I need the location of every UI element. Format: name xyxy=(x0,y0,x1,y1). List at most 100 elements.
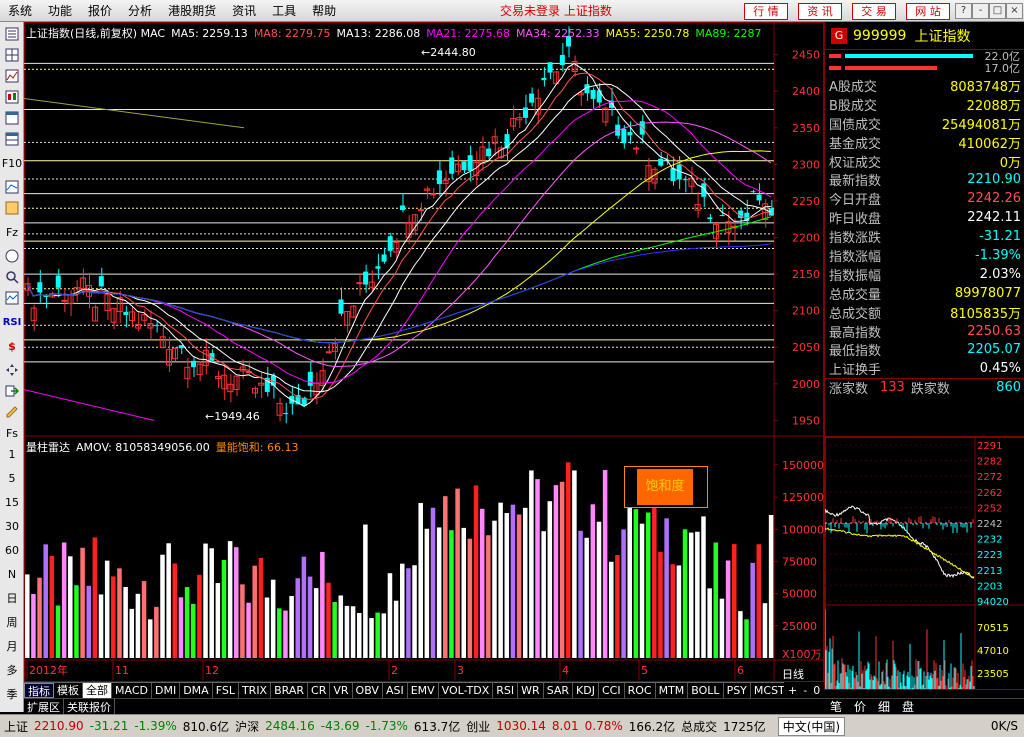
indicator-tab[interactable]: 全部 xyxy=(83,683,112,698)
period-n[interactable]: N xyxy=(0,562,24,586)
period-60[interactable]: 60 xyxy=(0,538,24,562)
intraday-mini-chart[interactable]: 2291 2282 2272 2262 2252 2242 2232 2223 2213 2203… xyxy=(824,437,1024,690)
menu-quote[interactable]: 报价 xyxy=(80,0,120,22)
main-chart-area[interactable]: 2450 2400 2350 2300 2250 2200 2150 2100 2050 2000… xyxy=(24,22,824,682)
period-5[interactable]: 5 xyxy=(0,466,24,490)
grid-icon[interactable] xyxy=(3,46,21,64)
tab-board[interactable]: 盘 xyxy=(896,698,920,715)
saturation-button[interactable]: 饱和度 xyxy=(624,466,708,508)
tab-detail[interactable]: 细 xyxy=(872,698,896,715)
candle-icon[interactable] xyxy=(3,88,21,106)
volume-bar xyxy=(615,555,620,658)
table-alt-icon[interactable] xyxy=(3,130,21,148)
f10-circle-icon[interactable] xyxy=(3,247,21,265)
move-icon[interactable] xyxy=(3,361,21,379)
indicator-tab[interactable]: VR xyxy=(330,683,353,698)
period-month[interactable]: 月 xyxy=(0,634,24,658)
period-15[interactable]: 15 xyxy=(0,490,24,514)
quote-key: 最新指数 xyxy=(829,174,882,190)
indicator-tab[interactable]: PSY xyxy=(724,683,751,698)
menu-analysis[interactable]: 分析 xyxy=(120,0,160,22)
zoom-in-button[interactable]: + xyxy=(788,684,797,697)
ime-indicator[interactable]: 中文(中国) xyxy=(777,716,846,736)
nav-website-button[interactable]: 网 站 xyxy=(906,3,950,20)
candle-body xyxy=(190,360,197,368)
f10-icon[interactable]: F10 xyxy=(0,151,24,175)
nav-market-button[interactable]: 行 情 xyxy=(744,3,788,20)
trend-icon[interactable] xyxy=(3,289,21,307)
rsi-icon[interactable]: RSI xyxy=(0,310,24,334)
tab-related-quotes[interactable]: 关联报价 xyxy=(64,698,115,715)
arrow-icon[interactable] xyxy=(3,382,21,400)
maximize-button[interactable]: □ xyxy=(989,3,1006,19)
volume-bar xyxy=(695,531,700,658)
quote-header: G 999999 上证指数 xyxy=(825,22,1024,50)
volume-bar xyxy=(258,557,264,658)
indicator-tab[interactable]: EMV xyxy=(408,683,439,698)
indicator-tab[interactable]: RSI xyxy=(493,683,519,698)
mini-chart-canvas[interactable]: 2291 2282 2272 2262 2252 2242 2232 2223 2213 2203… xyxy=(824,437,1024,698)
price-axis-label: 1950 xyxy=(792,414,820,427)
period-week[interactable]: 周 xyxy=(0,610,24,634)
indicator-tab[interactable]: SAR xyxy=(544,683,574,698)
indicator-tab[interactable]: 指标 xyxy=(24,683,54,698)
list-icon[interactable] xyxy=(3,25,21,43)
close-button[interactable]: × xyxy=(1006,3,1023,19)
zoom-out-button[interactable]: - xyxy=(803,684,807,697)
volume-bar-2-label: 17.0亿 xyxy=(984,62,1021,75)
indicator-tab[interactable]: DMA xyxy=(180,683,213,698)
indicator-tab[interactable]: KDJ xyxy=(573,683,599,698)
menu-help[interactable]: 帮助 xyxy=(304,0,344,22)
zoom-reset-button[interactable]: 0 xyxy=(813,684,820,697)
info-icon[interactable] xyxy=(3,199,21,217)
fs-icon[interactable]: Fs xyxy=(0,424,24,442)
quote-value: 2242.11 xyxy=(967,210,1021,226)
indicator-tab[interactable]: FSL xyxy=(213,683,239,698)
indicator-tab[interactable]: BOLL xyxy=(688,683,724,698)
indicator-tab[interactable]: BRAR xyxy=(271,683,309,698)
volume-bar xyxy=(750,562,755,658)
indicator-tab[interactable]: TRIX xyxy=(239,683,272,698)
menu-tools[interactable]: 工具 xyxy=(264,0,304,22)
help-button[interactable]: ? xyxy=(955,3,972,19)
pencil-icon[interactable] xyxy=(3,403,21,421)
tab-extension[interactable]: 扩展区 xyxy=(24,698,64,715)
volume-bar xyxy=(25,574,30,658)
indicator-tab[interactable]: VOL-TDX xyxy=(439,683,494,698)
table-icon[interactable] xyxy=(3,109,21,127)
search-icon[interactable] xyxy=(3,268,21,286)
indicator-tab[interactable]: CR xyxy=(308,683,331,698)
nav-news-button[interactable]: 资 讯 xyxy=(798,3,842,20)
menu-info[interactable]: 资讯 xyxy=(224,0,264,22)
indicator-tab[interactable]: MACD xyxy=(112,683,152,698)
indicator-tab[interactable]: 模板 xyxy=(54,683,83,698)
volume-bar xyxy=(572,470,577,658)
chart-icon[interactable] xyxy=(3,178,21,196)
menu-system[interactable]: 系统 xyxy=(0,0,40,22)
menu-hk-futures[interactable]: 港股期货 xyxy=(160,0,224,22)
period-day[interactable]: 日 xyxy=(0,586,24,610)
period-1[interactable]: 1 xyxy=(0,442,24,466)
period-30[interactable]: 30 xyxy=(0,514,24,538)
menu-function[interactable]: 功能 xyxy=(40,0,80,22)
chart-canvas[interactable]: 2450 2400 2350 2300 2250 2200 2150 2100 2050 2000… xyxy=(24,22,824,682)
tab-tick[interactable]: 笔 xyxy=(824,698,848,715)
indicator-tab[interactable]: ASI xyxy=(383,683,408,698)
period-multi[interactable]: 多 xyxy=(0,658,24,682)
indicator-tab[interactable]: OBV xyxy=(353,683,383,698)
line-chart-icon[interactable] xyxy=(3,67,21,85)
indicator-tab[interactable]: MTM xyxy=(656,683,689,698)
quote-key: 指数涨幅 xyxy=(829,249,882,265)
nav-trade-button[interactable]: 交 易 xyxy=(852,3,896,20)
indicator-tab[interactable]: CCI xyxy=(599,683,625,698)
volume-bar xyxy=(430,507,436,658)
candle-body xyxy=(522,107,528,118)
fz-icon[interactable]: Fz xyxy=(0,220,24,244)
dollar-icon[interactable]: $ xyxy=(0,334,24,358)
tab-price[interactable]: 价 xyxy=(848,698,872,715)
period-quarter[interactable]: 季 xyxy=(0,682,24,706)
indicator-tab[interactable]: DMI xyxy=(152,683,181,698)
indicator-tab[interactable]: ROC xyxy=(625,683,656,698)
minimize-button[interactable]: - xyxy=(972,3,989,19)
indicator-tab[interactable]: WR xyxy=(518,683,544,698)
